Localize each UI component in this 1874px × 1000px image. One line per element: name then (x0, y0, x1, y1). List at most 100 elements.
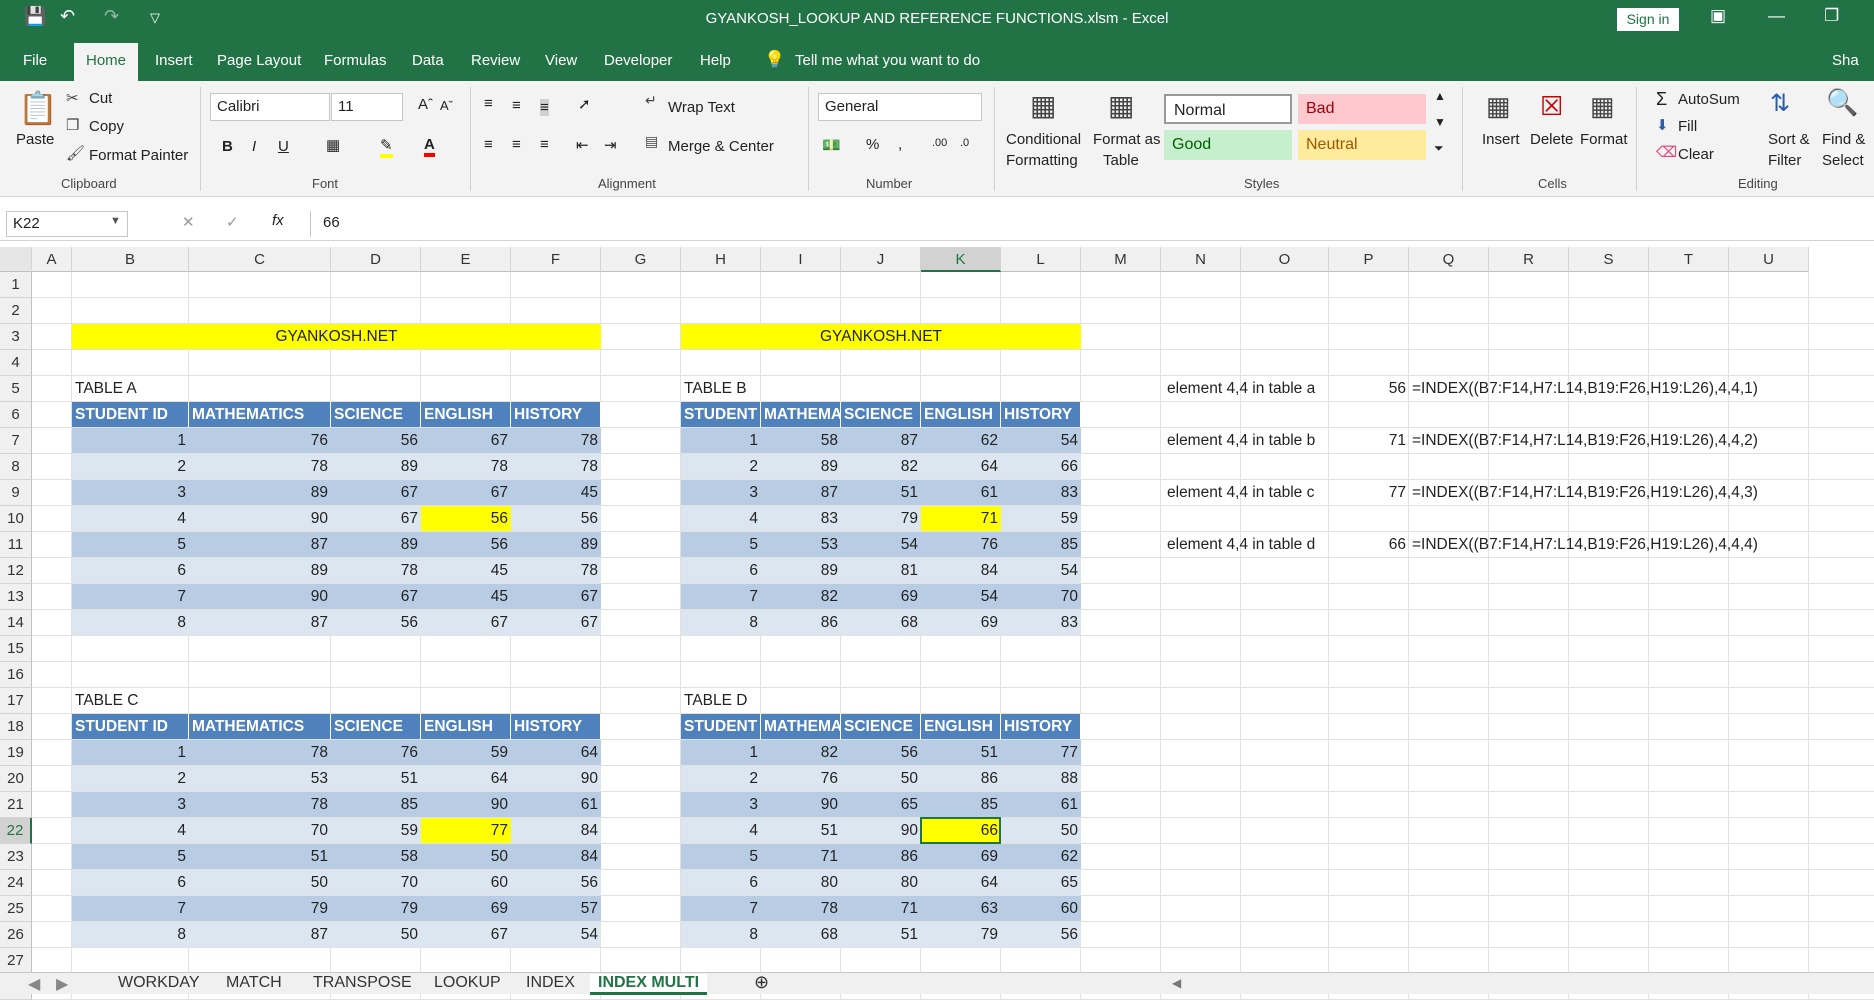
table-cell[interactable]: 58 (331, 844, 421, 869)
result-formula[interactable]: =INDEX((B7:F14,H7:L14,B19:F26,H19:L26),4… (1409, 480, 1809, 505)
table-cell[interactable]: 87 (189, 532, 331, 557)
table-cell[interactable]: 56 (331, 610, 421, 635)
table-cell[interactable]: 89 (331, 532, 421, 557)
table-cell[interactable]: 89 (761, 558, 841, 583)
increase-decimal-icon[interactable]: .00 (932, 137, 947, 149)
row-header[interactable]: 24 (0, 870, 32, 896)
row-header[interactable]: 23 (0, 844, 32, 870)
copy-button[interactable]: Copy (89, 118, 124, 135)
table-cell[interactable]: 69 (921, 844, 1001, 869)
cancel-entry-icon[interactable]: ✕ (182, 213, 195, 231)
column-header[interactable]: L (1001, 247, 1081, 272)
row-header[interactable]: 6 (0, 402, 32, 428)
row-header[interactable]: 27 (0, 948, 32, 974)
table-cell[interactable]: 64 (921, 454, 1001, 479)
find-select-icon[interactable]: 🔍 (1826, 87, 1858, 118)
table-cell[interactable]: 87 (841, 428, 921, 453)
orientation-icon[interactable]: ➚ (578, 95, 591, 113)
table-cell[interactable]: 64 (421, 766, 511, 791)
row-header[interactable]: 26 (0, 922, 32, 948)
table-cell[interactable]: 61 (1001, 792, 1081, 817)
table-cell[interactable]: 50 (189, 870, 331, 895)
table-cell[interactable]: 85 (921, 792, 1001, 817)
styles-scroll-down-icon[interactable]: ▼ (1434, 115, 1446, 129)
align-left-icon[interactable]: ≡ (484, 136, 493, 153)
sort-filter-button[interactable]: Sort & (1768, 131, 1810, 148)
merge-center-icon[interactable]: ▤ (645, 133, 658, 150)
table-cell[interactable]: 56 (1001, 922, 1081, 947)
table-cell[interactable]: 89 (189, 480, 331, 505)
table-cell[interactable]: 64 (921, 870, 1001, 895)
site-title-right[interactable]: GYANKOSH.NET (681, 324, 1081, 349)
sheet-tab-workday[interactable]: WORKDAY (110, 974, 207, 992)
format-as-table-icon[interactable]: ▦ (1108, 89, 1134, 122)
row-header[interactable]: 14 (0, 610, 32, 636)
table-cell[interactable]: 68 (761, 922, 841, 947)
table-cell[interactable]: 8 (72, 610, 189, 635)
confirm-entry-icon[interactable]: ✓ (226, 213, 239, 231)
table-cell[interactable]: 67 (331, 584, 421, 609)
clear-icon[interactable]: ⌫ (1656, 143, 1677, 161)
table-cell[interactable]: 77 (421, 818, 511, 843)
column-header[interactable]: K (921, 247, 1001, 272)
table-cell[interactable]: 82 (761, 584, 841, 609)
style-normal[interactable]: Normal (1164, 94, 1292, 124)
table-cell[interactable]: 1 (72, 740, 189, 765)
table-cell[interactable]: 65 (1001, 870, 1081, 895)
result-formula[interactable]: =INDEX((B7:F14,H7:L14,B19:F26,H19:L26),4… (1409, 376, 1809, 401)
table-cell[interactable]: 1 (72, 428, 189, 453)
table-cell[interactable]: 71 (921, 506, 1001, 531)
table-cell[interactable]: 5 (681, 532, 761, 557)
styles-scroll-up-icon[interactable]: ▲ (1434, 89, 1446, 103)
align-top-icon[interactable]: ≡ (484, 95, 493, 112)
table-cell[interactable]: 78 (421, 454, 511, 479)
table-cell[interactable]: 69 (421, 896, 511, 921)
row-header[interactable]: 8 (0, 454, 32, 480)
wrap-text-button[interactable]: Wrap Text (668, 99, 735, 116)
column-header[interactable]: R (1489, 247, 1569, 272)
table-cell[interactable]: 90 (189, 506, 331, 531)
table-cell[interactable]: 4 (72, 818, 189, 843)
styles-more-icon[interactable]: ⏷ (1434, 141, 1444, 156)
row-header[interactable]: 5 (0, 376, 32, 402)
table-cell[interactable]: 6 (681, 558, 761, 583)
table-cell[interactable]: 56 (511, 506, 601, 531)
table-cell[interactable]: 45 (421, 584, 511, 609)
decrease-indent-icon[interactable]: ⇤ (576, 136, 589, 154)
table-cell[interactable]: 3 (72, 480, 189, 505)
table-cell[interactable]: 69 (921, 610, 1001, 635)
table-cell[interactable]: 90 (511, 766, 601, 791)
share-button[interactable]: Sha (1832, 52, 1859, 69)
table-cell[interactable]: 7 (72, 896, 189, 921)
table-cell[interactable]: 78 (189, 740, 331, 765)
table-cell[interactable]: 70 (331, 870, 421, 895)
table-cell[interactable]: 89 (511, 532, 601, 557)
table-cell[interactable]: 67 (421, 610, 511, 635)
table-cell[interactable]: 76 (189, 428, 331, 453)
table-cell[interactable]: 65 (841, 792, 921, 817)
table-cell[interactable]: 50 (1001, 818, 1081, 843)
accounting-format-icon[interactable]: 💵 (822, 136, 841, 154)
format-as-table-button[interactable]: Format as (1093, 131, 1161, 148)
scroll-sheets-left-icon[interactable]: ◀ (20, 974, 48, 994)
format-as-table-button-line2[interactable]: Table (1103, 152, 1139, 169)
table-cell[interactable]: 84 (511, 844, 601, 869)
column-header[interactable]: G (601, 247, 681, 272)
align-center-icon[interactable]: ≡ (512, 136, 521, 153)
table-cell[interactable]: 86 (921, 766, 1001, 791)
row-header[interactable]: 22 (0, 818, 32, 844)
table-cell[interactable]: 56 (331, 428, 421, 453)
table-cell[interactable]: 84 (511, 818, 601, 843)
format-cells-button[interactable]: Format (1580, 131, 1628, 148)
align-right-icon[interactable]: ≡ (540, 136, 549, 153)
conditional-formatting-button-line2[interactable]: Formatting (1006, 152, 1078, 169)
table-cell[interactable]: 61 (921, 480, 1001, 505)
table-cell[interactable]: 5 (72, 532, 189, 557)
table-cell[interactable]: 51 (331, 766, 421, 791)
wrap-text-icon[interactable]: ↵ (645, 92, 657, 109)
table-cell[interactable]: 77 (1001, 740, 1081, 765)
table-cell[interactable]: 5 (681, 844, 761, 869)
table-cell[interactable]: 6 (681, 870, 761, 895)
number-format-combo[interactable]: General (818, 93, 982, 121)
sheet-tab-index-multi[interactable]: INDEX MULTI (590, 974, 708, 995)
